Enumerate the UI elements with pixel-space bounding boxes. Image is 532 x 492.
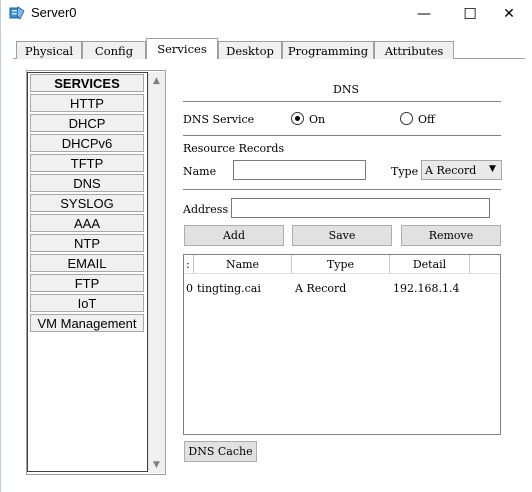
tab-attributes[interactable]: Attributes [374, 41, 454, 59]
window-edge [0, 0, 1, 492]
tab-services[interactable]: Services [146, 38, 218, 59]
divider [183, 189, 501, 190]
service-email[interactable]: EMAIL [30, 254, 144, 272]
divider [183, 135, 501, 136]
dns-on-label: On [309, 113, 326, 126]
sidebar-scrollbar[interactable] [148, 72, 165, 473]
services-list [27, 72, 148, 472]
scroll-down-icon[interactable]: ▼ [148, 456, 165, 473]
maximize-icon: ☐ [463, 5, 477, 23]
dns-title: DNS [333, 83, 359, 96]
scroll-up-icon[interactable]: ▲ [148, 72, 165, 89]
tab-physical[interactable]: Physical [16, 41, 82, 59]
save-button[interactable]: Save [292, 225, 392, 246]
add-button[interactable]: Add [184, 225, 284, 246]
name-label: Name [183, 165, 217, 178]
type-select-value: A Record [425, 164, 477, 177]
column-header-name[interactable]: Name [194, 255, 292, 273]
chevron-down-icon: ▼ [489, 164, 496, 174]
service-iot[interactable]: IoT [30, 294, 144, 312]
service-http[interactable]: HTTP [30, 94, 144, 112]
column-header-detail[interactable]: Detail [390, 255, 470, 273]
row-detail[interactable]: 192.168.1.4 [393, 282, 459, 295]
window-title: Server0 [31, 5, 77, 20]
remove-button[interactable]: Remove [401, 225, 501, 246]
service-vm-management[interactable]: VM Management [30, 314, 144, 332]
type-select[interactable]: A Record ▼ [421, 160, 502, 180]
dns-on-radio[interactable] [291, 112, 304, 125]
minimize-icon: — [417, 6, 431, 22]
service-dns[interactable]: DNS [30, 174, 144, 192]
dns-off-label: Off [418, 113, 435, 126]
type-label: Type [391, 165, 419, 178]
service-ftp[interactable]: FTP [30, 274, 144, 292]
minimize-button[interactable]: — [401, 0, 447, 28]
tab-config[interactable]: Config [82, 41, 146, 59]
service-dhcpv6[interactable]: DHCPv6 [30, 134, 144, 152]
divider [183, 101, 501, 102]
service-tftp[interactable]: TFTP [30, 154, 144, 172]
server-icon [9, 6, 25, 20]
row-type[interactable]: A Record [295, 282, 346, 295]
address-input[interactable] [231, 198, 490, 218]
service-ntp[interactable]: NTP [30, 234, 144, 252]
close-icon: ✕ [503, 6, 515, 22]
table-header-divider [184, 273, 500, 274]
resource-records-label: Resource Records [183, 142, 285, 155]
column-header-type[interactable]: Type [292, 255, 390, 273]
address-label: Address [183, 203, 229, 216]
service-aaa[interactable]: AAA [30, 214, 144, 232]
column-header-index: : [184, 255, 194, 273]
row-index: 0 [186, 282, 193, 295]
service-syslog[interactable]: SYSLOG [30, 194, 144, 212]
close-button[interactable]: ✕ [486, 0, 532, 28]
tab-programming[interactable]: Programming [282, 41, 374, 59]
row-name[interactable]: tingting.cai [197, 282, 261, 295]
tab-desktop[interactable]: Desktop [218, 41, 282, 59]
services-header: SERVICES [30, 74, 144, 92]
dns-off-radio[interactable] [400, 112, 413, 125]
dns-service-label: DNS Service [183, 113, 255, 126]
dns-cache-button[interactable]: DNS Cache [184, 441, 257, 462]
service-dhcp[interactable]: DHCP [30, 114, 144, 132]
name-input[interactable] [233, 160, 366, 180]
